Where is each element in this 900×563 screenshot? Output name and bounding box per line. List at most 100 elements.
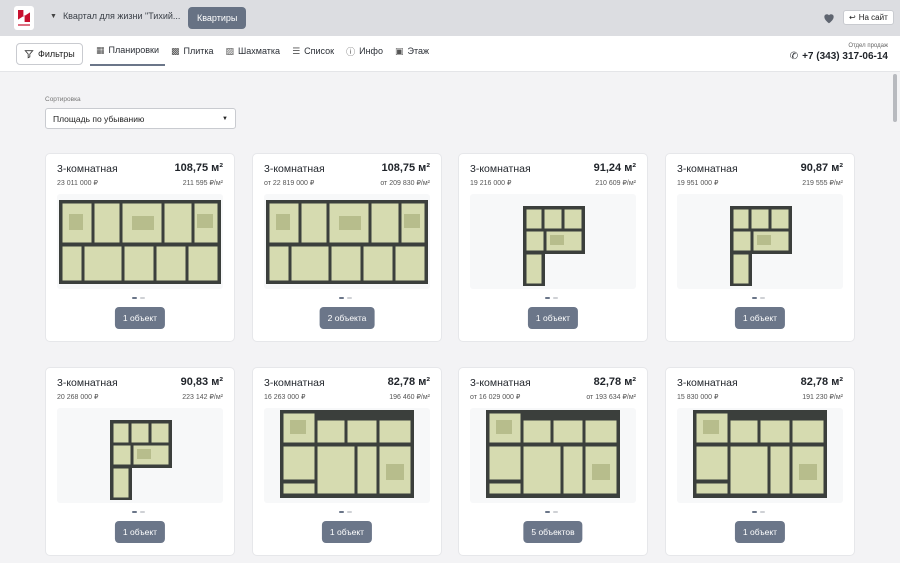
card-room-type: 3-комнатная	[264, 377, 325, 389]
card-room-type: 3-комнатная	[470, 163, 531, 175]
carousel-dot[interactable]	[140, 297, 145, 299]
project-selector[interactable]: ▼ Квартал для жизни "Тихий...	[50, 11, 180, 21]
carousel-dots[interactable]	[752, 511, 765, 513]
view-tabs: ▦ Планировки ▩ Плитка ▨ Шахматка ☰ Списо…	[90, 36, 435, 66]
carousel-dots[interactable]	[545, 511, 558, 513]
carousel-dot[interactable]	[545, 511, 550, 513]
objects-button[interactable]: 1 объект	[321, 521, 373, 543]
carousel-dot[interactable]	[140, 511, 145, 513]
floor-plan-image[interactable]	[57, 408, 223, 503]
go-to-site-button[interactable]: ↩ На сайт	[843, 10, 894, 25]
tab-chess[interactable]: ▨ Шахматка	[220, 36, 287, 66]
carousel-dots[interactable]	[339, 297, 352, 299]
developer-logo[interactable]	[14, 6, 34, 30]
apartment-card[interactable]: 3-комнатная 108,75 м² от 22 819 000 ₽ от…	[252, 153, 442, 342]
floor-icon: ▣	[394, 45, 404, 56]
tab-floor[interactable]: ▣ Этаж	[389, 36, 435, 66]
sort-select[interactable]: Площадь по убыванию ▼	[45, 108, 236, 129]
apartment-card[interactable]: 3-комнатная 90,83 м² 20 268 000 ₽ 223 14…	[45, 367, 235, 556]
floor-plan-image[interactable]	[470, 408, 636, 503]
objects-button[interactable]: 1 объект	[734, 521, 786, 543]
carousel-dot[interactable]	[545, 297, 550, 299]
floor-plan[interactable]	[57, 408, 223, 503]
card-price: от 16 029 000 ₽	[470, 394, 521, 401]
objects-button[interactable]: 2 объекта	[319, 307, 375, 329]
caret-down-icon: ▼	[50, 12, 57, 20]
apartment-card[interactable]: 3-комнатная 82,78 м² 15 830 000 ₽ 191 23…	[665, 367, 855, 556]
filters-button[interactable]: Фильтры	[16, 43, 83, 65]
tab-tiles[interactable]: ▩ Плитка	[165, 36, 220, 66]
phone-link[interactable]: ✆ +7 (343) 317-06-14	[790, 51, 888, 62]
nav-bar: Фильтры ▦ Планировки ▩ Плитка ▨ Шахматка…	[0, 36, 900, 72]
apartment-card[interactable]: 3-комнатная 82,78 м² от 16 029 000 ₽ от …	[458, 367, 648, 556]
floor-plan-image[interactable]	[57, 194, 223, 289]
apartment-card[interactable]: 3-комнатная 90,87 м² 19 951 000 ₽ 219 55…	[665, 153, 855, 342]
tab-list[interactable]: ☰ Список	[286, 36, 340, 66]
floor-plan-image[interactable]	[677, 408, 843, 503]
scrollbar-thumb[interactable]	[893, 74, 897, 122]
heart-icon[interactable]	[822, 11, 836, 25]
card-price: 19 216 000 ₽	[470, 180, 512, 187]
apartments-button[interactable]: Квартиры	[188, 7, 247, 29]
carousel-dots[interactable]	[545, 297, 558, 299]
carousel-dot[interactable]	[553, 297, 558, 299]
tab-label: Шахматка	[238, 46, 281, 56]
chess-icon: ▨	[225, 45, 235, 56]
floor-plan[interactable]	[57, 194, 223, 289]
tab-label: Инфо	[359, 46, 383, 56]
card-price-per-sqm: 219 555 ₽/м²	[802, 180, 843, 187]
card-price-per-sqm: 211 595 ₽/м²	[182, 180, 223, 187]
apartment-card[interactable]: 3-комнатная 82,78 м² 16 263 000 ₽ 196 46…	[252, 367, 442, 556]
objects-button[interactable]: 5 объектов	[523, 521, 583, 543]
tab-label: Этаж	[407, 46, 429, 56]
card-price: 23 011 000 ₽	[57, 180, 98, 187]
carousel-dot[interactable]	[752, 297, 757, 299]
tab-label: Плитка	[183, 46, 214, 56]
tab-info[interactable]: ⓘ Инфо	[340, 36, 389, 66]
objects-button[interactable]: 1 объект	[527, 307, 579, 329]
carousel-dots[interactable]	[752, 297, 765, 299]
card-price-per-sqm: от 193 634 ₽/м²	[586, 394, 636, 401]
card-price-per-sqm: от 209 830 ₽/м²	[380, 180, 430, 187]
floor-plan-image[interactable]	[677, 194, 843, 289]
layout-icon: ▦	[96, 44, 105, 55]
carousel-dot[interactable]	[752, 511, 757, 513]
card-area: 90,83 м²	[180, 376, 223, 388]
apartment-card[interactable]: 3-комнатная 91,24 м² 19 216 000 ₽ 210 60…	[458, 153, 648, 342]
sort-value: Площадь по убыванию	[53, 113, 145, 124]
floor-plan-image[interactable]	[264, 408, 430, 503]
floor-plan[interactable]	[264, 194, 430, 289]
carousel-dot[interactable]	[339, 297, 344, 299]
carousel-dot[interactable]	[339, 511, 344, 513]
floor-plan[interactable]	[470, 408, 636, 503]
carousel-dot[interactable]	[132, 511, 137, 513]
floor-plan-image[interactable]	[470, 194, 636, 289]
floor-plan-image[interactable]	[264, 194, 430, 289]
carousel-dot[interactable]	[347, 297, 352, 299]
info-icon: ⓘ	[346, 46, 356, 57]
carousel-dots[interactable]	[339, 511, 352, 513]
tab-layouts[interactable]: ▦ Планировки	[90, 36, 165, 66]
card-price: от 22 819 000 ₽	[264, 180, 315, 187]
carousel-dots[interactable]	[132, 297, 145, 299]
carousel-dots[interactable]	[132, 511, 145, 513]
floor-plan[interactable]	[470, 194, 636, 289]
card-price-per-sqm: 223 142 ₽/м²	[182, 394, 223, 401]
carousel-dot[interactable]	[132, 297, 137, 299]
objects-button[interactable]: 1 объект	[734, 307, 786, 329]
card-price: 19 951 000 ₽	[677, 180, 719, 187]
carousel-dot[interactable]	[760, 511, 765, 513]
carousel-dot[interactable]	[347, 511, 352, 513]
tab-label: Список	[304, 46, 335, 56]
sales-label: Отдел продаж	[848, 43, 888, 49]
objects-button[interactable]: 1 объект	[114, 521, 166, 543]
carousel-dot[interactable]	[760, 297, 765, 299]
go-to-site-label: На сайт	[858, 13, 888, 22]
floor-plan[interactable]	[264, 408, 430, 503]
carousel-dot[interactable]	[553, 511, 558, 513]
floor-plan[interactable]	[677, 408, 843, 503]
card-price-per-sqm: 191 230 ₽/м²	[802, 394, 843, 401]
apartment-card[interactable]: 3-комнатная 108,75 м² 23 011 000 ₽ 211 5…	[45, 153, 235, 342]
floor-plan[interactable]	[677, 194, 843, 289]
objects-button[interactable]: 1 объект	[114, 307, 166, 329]
